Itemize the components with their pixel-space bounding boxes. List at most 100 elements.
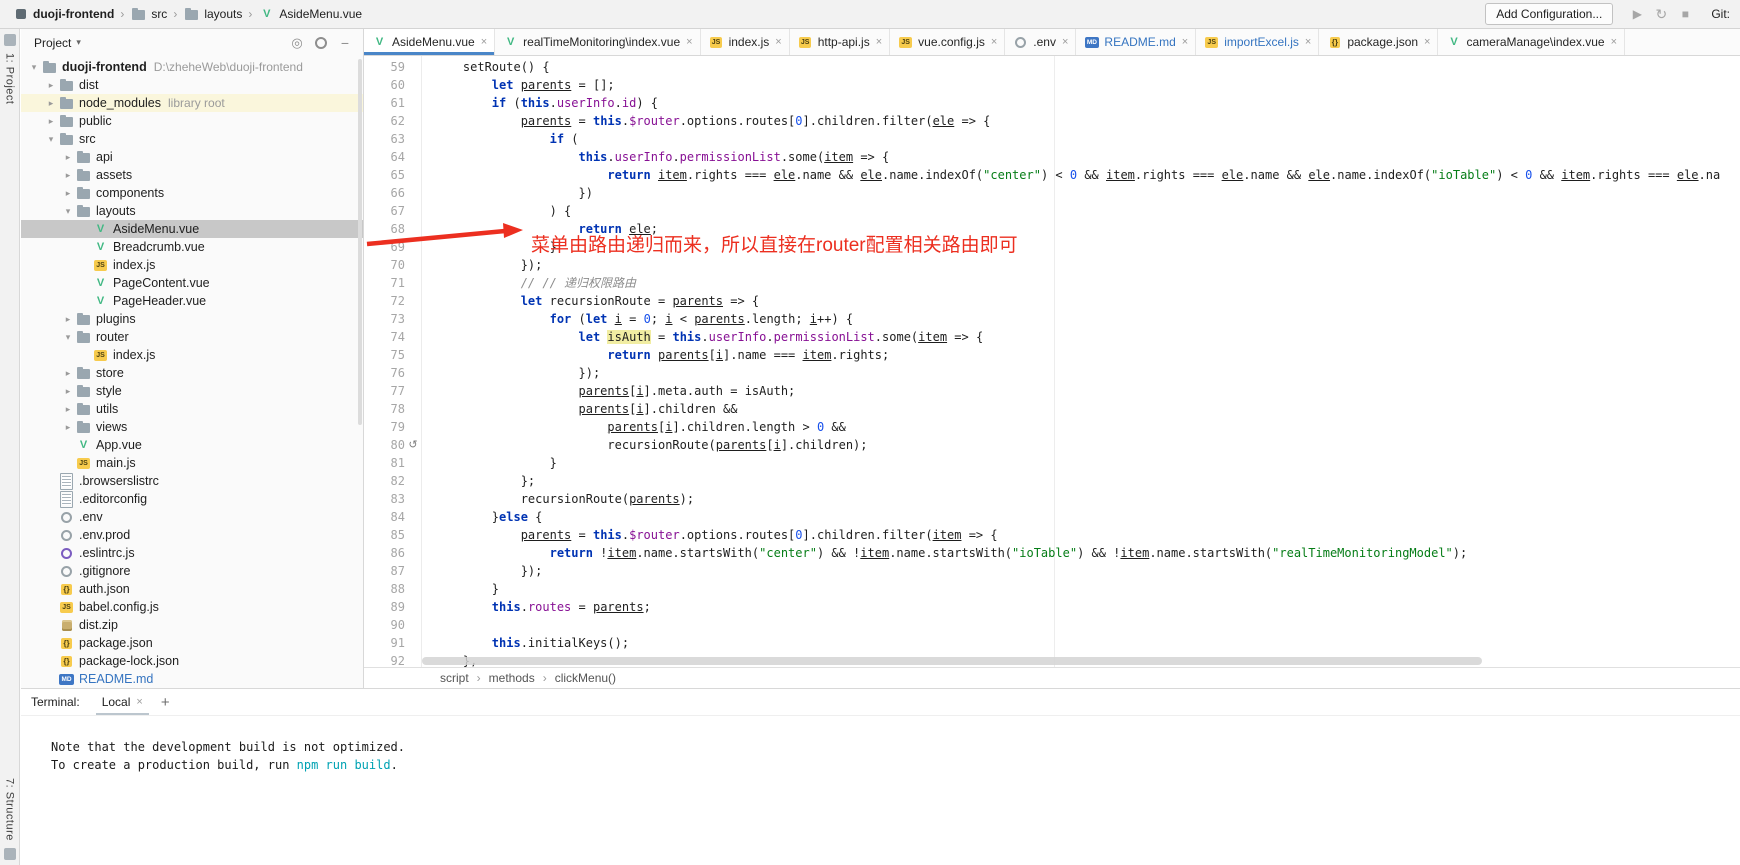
chevron-collapsed-icon[interactable] <box>61 368 75 379</box>
line-number[interactable]: 72 <box>368 292 405 310</box>
chevron-expanded-icon[interactable] <box>27 62 41 73</box>
tree-item[interactable]: .gitignore <box>21 562 363 580</box>
editor-tab[interactable]: http-api.js× <box>790 29 890 55</box>
chevron-down-icon[interactable]: ▾ <box>76 37 81 48</box>
close-tab-icon[interactable]: × <box>1424 36 1430 48</box>
code-line[interactable]: parents = this.$router.options.routes[0]… <box>434 112 1740 130</box>
line-number[interactable]: 63 <box>368 130 405 148</box>
line-number[interactable]: 90 <box>368 616 405 634</box>
line-number[interactable]: 66 <box>368 184 405 202</box>
breadcrumb-item[interactable]: methods <box>485 671 539 685</box>
tree-item[interactable]: .env.prod <box>21 526 363 544</box>
close-tab-icon[interactable]: × <box>1611 36 1617 48</box>
add-terminal-icon[interactable]: + <box>161 694 170 711</box>
tool-windows-icon[interactable] <box>4 848 16 860</box>
stop-icon[interactable] <box>1673 3 1697 25</box>
tree-item[interactable]: store <box>21 364 363 382</box>
line-number[interactable]: 85 <box>368 526 405 544</box>
code-line[interactable]: }else { <box>434 508 1740 526</box>
line-number[interactable]: 65 <box>368 166 405 184</box>
close-tab-icon[interactable]: × <box>775 36 781 48</box>
code-line[interactable]: let recursionRoute = parents => { <box>434 292 1740 310</box>
tree-item[interactable]: src <box>21 130 363 148</box>
code-line[interactable]: }) <box>434 184 1740 202</box>
line-number[interactable]: 71 <box>368 274 405 292</box>
code-line[interactable]: this.initialKeys(); <box>434 634 1740 652</box>
chevron-collapsed-icon[interactable] <box>61 170 75 181</box>
tool-button-structure[interactable]: 7: Structure <box>4 778 16 841</box>
code-line[interactable]: } <box>434 238 1740 256</box>
close-tab-icon[interactable]: × <box>1305 36 1311 48</box>
line-number[interactable]: 84 <box>368 508 405 526</box>
editor-tab[interactable]: realTimeMonitoring\index.vue× <box>495 29 700 55</box>
line-number[interactable]: 62 <box>368 112 405 130</box>
breadcrumb-item[interactable]: script <box>436 671 473 685</box>
code-line[interactable]: parents[i].meta.auth = isAuth; <box>434 382 1740 400</box>
line-number[interactable]: 80 <box>368 436 405 454</box>
line-number[interactable]: 74 <box>368 328 405 346</box>
code-line[interactable]: }); <box>434 256 1740 274</box>
line-number[interactable]: 83 <box>368 490 405 508</box>
code-line[interactable]: return item.rights === ele.name && ele.n… <box>434 166 1740 184</box>
tree-item[interactable]: views <box>21 418 363 436</box>
editor-tab[interactable]: AsideMenu.vue× <box>364 29 495 55</box>
breadcrumb-item[interactable]: AsideMenu.vue <box>256 7 364 21</box>
chevron-collapsed-icon[interactable] <box>61 386 75 397</box>
project-tool-icon[interactable] <box>4 34 16 46</box>
terminal-tab-local[interactable]: Local × <box>96 689 149 715</box>
tree-item[interactable]: style <box>21 382 363 400</box>
hide-icon[interactable] <box>333 33 357 53</box>
tree-item[interactable]: babel.config.js <box>21 598 363 616</box>
tree-item[interactable]: Breadcrumb.vue <box>21 238 363 256</box>
tree-item[interactable]: auth.json <box>21 580 363 598</box>
code-line[interactable] <box>434 616 1740 634</box>
line-number[interactable]: 70 <box>368 256 405 274</box>
tree-item[interactable]: plugins <box>21 310 363 328</box>
code-line[interactable]: let isAuth = this.userInfo.permissionLis… <box>434 328 1740 346</box>
line-number[interactable]: 87 <box>368 562 405 580</box>
chevron-expanded-icon[interactable] <box>61 332 75 343</box>
line-number[interactable]: 81 <box>368 454 405 472</box>
locate-icon[interactable] <box>285 33 309 53</box>
tree-item[interactable]: router <box>21 328 363 346</box>
line-number[interactable]: 67 <box>368 202 405 220</box>
breadcrumb-item[interactable]: layouts <box>181 7 244 21</box>
close-tab-icon[interactable]: × <box>481 36 487 48</box>
code-line[interactable]: return ele; <box>434 220 1740 238</box>
line-number[interactable]: 61 <box>368 94 405 112</box>
code-area[interactable]: 5960616263646566676869707172737475767778… <box>364 56 1740 667</box>
line-number[interactable]: 75 <box>368 346 405 364</box>
editor-tab[interactable]: README.md× <box>1076 29 1196 55</box>
tree-item[interactable]: components <box>21 184 363 202</box>
tree-item[interactable]: README.md <box>21 670 363 688</box>
tree-item[interactable]: PageContent.vue <box>21 274 363 292</box>
breadcrumb-item[interactable]: duoji-frontend <box>10 7 116 21</box>
tree-item[interactable]: .env <box>21 508 363 526</box>
chevron-expanded-icon[interactable] <box>44 134 58 145</box>
code-line[interactable]: for (let i = 0; i < parents.length; i++)… <box>434 310 1740 328</box>
close-tab-icon[interactable]: × <box>991 36 997 48</box>
close-tab-icon[interactable]: × <box>686 36 692 48</box>
tree-item[interactable]: AsideMenu.vue <box>21 220 363 238</box>
code-line[interactable]: let parents = []; <box>434 76 1740 94</box>
code-line[interactable]: parents = this.$router.options.routes[0]… <box>434 526 1740 544</box>
close-tab-icon[interactable]: × <box>876 36 882 48</box>
line-number[interactable]: 77 <box>368 382 405 400</box>
add-configuration-button[interactable]: Add Configuration... <box>1485 3 1613 25</box>
code-line[interactable]: recursionRoute(parents); <box>434 490 1740 508</box>
code-line[interactable]: parents[i].children.length > 0 && <box>434 418 1740 436</box>
tree-item[interactable]: api <box>21 148 363 166</box>
line-number[interactable]: 78 <box>368 400 405 418</box>
close-tab-icon[interactable]: × <box>1182 36 1188 48</box>
chevron-collapsed-icon[interactable] <box>44 98 58 109</box>
code-line[interactable]: }); <box>434 364 1740 382</box>
breadcrumb-item[interactable]: src <box>128 7 169 21</box>
line-number[interactable]: 91 <box>368 634 405 652</box>
project-scrollbar[interactable] <box>356 57 363 688</box>
tree-item[interactable]: assets <box>21 166 363 184</box>
tree-item[interactable]: dist.zip <box>21 616 363 634</box>
tree-item[interactable]: index.js <box>21 346 363 364</box>
close-icon[interactable]: × <box>136 696 142 708</box>
line-number[interactable]: 69 <box>368 238 405 256</box>
tree-item[interactable]: index.js <box>21 256 363 274</box>
